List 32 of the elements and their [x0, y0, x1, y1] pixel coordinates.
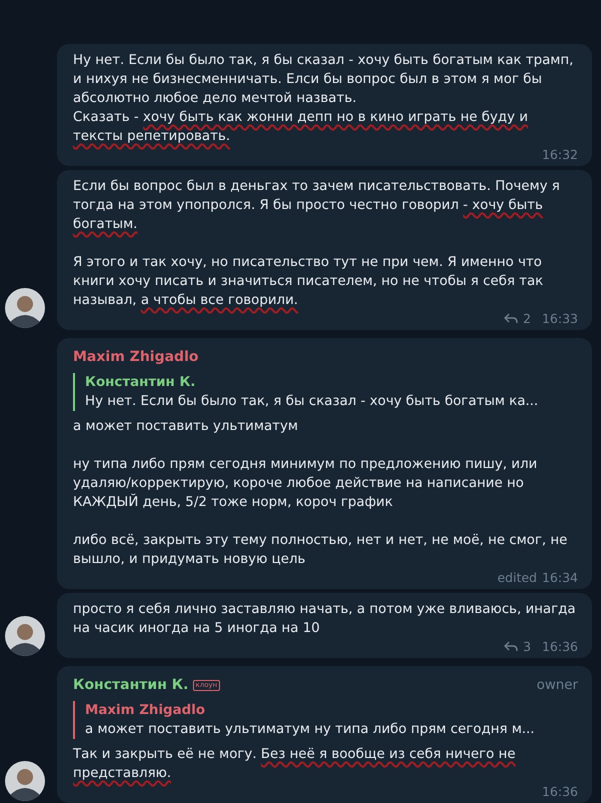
message-text: Так и закрыть её не могу. Без неё я вообще из себя ничего не [73, 746, 516, 764]
avatar[interactable] [5, 616, 45, 656]
reply-count[interactable]: 2 [523, 311, 531, 326]
reply-icon[interactable] [504, 641, 518, 652]
message-text: Если бы вопрос был в деньгах то зачем писательствовать. Почему я тогда на этом упопролся. Я бы просто честно говорил - хочу быть богатым. [73, 178, 561, 234]
message-text: Ну нет. Если бы было так, я бы сказал - хочу быть богатым как трамп, и нихуя не бизнесменничать. Елси бы вопрос был в этом я мог бы абсолютно любое дело мечтой назвать. [73, 52, 574, 108]
message-text: либо всё, закрыть эту тему полностью, нет и нет, не моё, не смог, не вышло, и придумать новую цель [73, 532, 568, 569]
quote-text: а может поставить ультиматум ну типа либо прям сегодня м... [85, 721, 536, 739]
reply-icon[interactable] [504, 313, 518, 324]
quote-author: Maxim Zhigadlo [85, 702, 206, 720]
role-label: owner [536, 677, 578, 695]
message-text: ну типа либо прям сегодня минимум по предложению пишу, или удаляю/корректирую, короче любое действие на написание но КАЖДЫЙ день, 5/2 тоже норм, короч график [73, 456, 538, 512]
sender-name[interactable]: Константин К. [73, 676, 188, 695]
quote-text: Ну нет. Если бы было так, я бы сказал - хочу быть богатым ка... [85, 393, 540, 411]
reply-count[interactable]: 3 [523, 639, 531, 654]
message-text: а может поставить ультиматум [73, 418, 299, 436]
message-text: Сказать - хочу быть как жонни депп но в кино играть не буду и тексты репетировать. [73, 109, 529, 146]
avatar[interactable] [5, 761, 45, 801]
avatar[interactable] [5, 288, 45, 328]
quote-author: Константин К. [85, 374, 196, 392]
reply-quote[interactable]: Maxim Zhigadlo а может поставить ультиматум ну типа либо прям сегодня м... [73, 701, 578, 739]
message-time: 16:34 [542, 570, 578, 585]
edited-label: edited [497, 570, 537, 585]
message-time: 16:32 [542, 147, 578, 162]
reply-quote[interactable]: Константин К. Ну нет. Если бы было так, я бы сказал - хочу быть богатым ка... [73, 373, 578, 411]
message-time: 16:33 [542, 311, 578, 326]
message-time: 16:36 [542, 639, 578, 654]
sender-name[interactable]: Maxim Zhigadlo [73, 348, 198, 367]
message-text: просто я себя лично заставляю начать, а потом уже вливаюсь, инагда на часик иногда на 5 иногда на 10 [73, 601, 577, 638]
message-text: Я этого и так хочу, но писательство тут не при чем. Я именно что книги хочу писать и значиться писателем, но не чтобы я себя так называл, а чтобы все говорили. [73, 254, 544, 310]
message-text: представляю. [73, 765, 172, 783]
message-time: 16:36 [542, 784, 578, 799]
